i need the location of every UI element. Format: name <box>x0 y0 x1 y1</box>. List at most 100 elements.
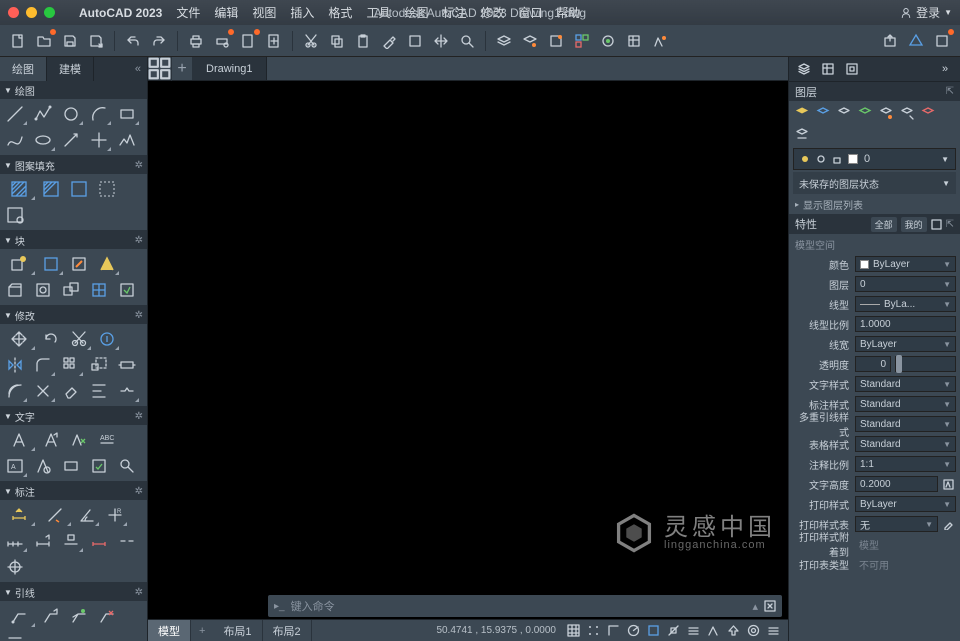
page-setup-button[interactable] <box>262 29 286 53</box>
scale-tool[interactable] <box>86 353 112 377</box>
menu-edit[interactable]: 编辑 <box>214 4 238 21</box>
dim-style-tool[interactable] <box>30 529 56 553</box>
plot-preview-button[interactable] <box>210 29 234 53</box>
mleader-tool[interactable] <box>2 604 36 628</box>
menu-dimension[interactable]: 标注 <box>442 4 466 21</box>
new-button[interactable] <box>6 29 30 53</box>
menu-help[interactable]: 帮助 <box>557 4 581 21</box>
undo-button[interactable] <box>121 29 145 53</box>
prop-val-mlstyle[interactable]: Standard▼ <box>855 416 956 432</box>
prop-val-layer[interactable]: 0▼ <box>855 276 956 292</box>
close-window-button[interactable] <box>8 7 19 18</box>
zoom-button[interactable] <box>455 29 479 53</box>
layer-off-tool[interactable] <box>814 104 832 122</box>
dim-linear-tool[interactable] <box>2 503 36 527</box>
region-tool[interactable] <box>94 177 120 201</box>
props-popout-icon[interactable]: ⇱ <box>946 219 954 230</box>
xline-tool[interactable] <box>86 128 112 152</box>
spline-tool[interactable] <box>2 128 28 152</box>
ortho-toggle[interactable] <box>604 622 622 640</box>
dim-break-tool[interactable] <box>114 529 140 553</box>
menu-draw[interactable]: 绘图 <box>404 4 428 21</box>
line-tool[interactable] <box>2 102 28 126</box>
group-header-modify[interactable]: ▼修改✲ <box>0 306 147 324</box>
prop-val-lweight[interactable]: ByLayer▼ <box>855 336 956 352</box>
mleader-collect-tool[interactable] <box>30 630 56 641</box>
saveas-button[interactable] <box>84 29 108 53</box>
erase-tool[interactable] <box>58 379 84 403</box>
layers-panel-tab[interactable] <box>793 59 815 79</box>
otrack-toggle[interactable] <box>664 622 682 640</box>
fillet-tool[interactable] <box>30 353 56 377</box>
align-tool[interactable] <box>86 379 112 403</box>
layer-props-button[interactable] <box>492 29 516 53</box>
text-opt-tool[interactable]: A <box>2 454 28 478</box>
text-height-picker-icon[interactable] <box>940 476 956 492</box>
prop-val-tblstyle[interactable]: Standard▼ <box>855 436 956 452</box>
lweight-toggle[interactable] <box>684 622 702 640</box>
menu-file[interactable]: 文件 <box>176 4 200 21</box>
grid-toggle[interactable] <box>564 622 582 640</box>
break-tool[interactable] <box>114 379 140 403</box>
text-style-tool[interactable] <box>38 428 64 452</box>
extend-tool[interactable] <box>94 327 120 351</box>
dim-center-tool[interactable] <box>2 555 28 579</box>
share-button[interactable] <box>878 29 902 53</box>
layer-unlock-tool[interactable] <box>898 104 916 122</box>
gradient-tool[interactable] <box>38 177 64 201</box>
prop-val-color[interactable]: ByLayer▼ <box>855 256 956 272</box>
group-header-leader[interactable]: ▼引线✲ <box>0 583 147 601</box>
block-tool-2[interactable] <box>30 278 56 302</box>
mleader-align-tool[interactable] <box>2 630 28 641</box>
group-header-hatch[interactable]: ▼图案填充✲ <box>0 156 147 174</box>
publish-button[interactable] <box>236 29 260 53</box>
mtext-tool[interactable] <box>2 428 36 452</box>
text-field-tool[interactable] <box>58 454 84 478</box>
menu-window[interactable]: 窗口 <box>519 4 543 21</box>
snap-toggle[interactable] <box>584 622 602 640</box>
layer-panel-popout-icon[interactable]: ⇱ <box>946 86 954 97</box>
save-button[interactable] <box>58 29 82 53</box>
menu-tools[interactable]: 工具 <box>366 4 390 21</box>
rotate-tool[interactable] <box>38 327 64 351</box>
stretch-tool[interactable] <box>114 353 140 377</box>
login-button[interactable]: 登录 ▼ <box>900 4 952 21</box>
markup-button[interactable] <box>648 29 672 53</box>
dim-radius-tool[interactable]: R <box>102 503 128 527</box>
show-layer-list[interactable]: ▸显示图层列表 <box>789 194 960 214</box>
tool-palette-button[interactable] <box>596 29 620 53</box>
polar-toggle[interactable] <box>624 622 642 640</box>
layout2-tab[interactable]: 布局2 <box>263 620 312 641</box>
prop-val-pstyle[interactable]: ByLayer▼ <box>855 496 956 512</box>
dim-continue-tool[interactable] <box>2 529 28 553</box>
hatch-tool[interactable] <box>2 177 36 201</box>
anno-toggle[interactable] <box>724 622 742 640</box>
palette-tab-model[interactable]: 建模 <box>47 57 94 81</box>
prop-val-dstyle[interactable]: Standard▼ <box>855 396 956 412</box>
block-tool-3[interactable] <box>58 278 84 302</box>
group-header-dim[interactable]: ▼标注✲ <box>0 482 147 500</box>
props-filter-mine[interactable]: 我的 <box>901 217 927 232</box>
layer-on-tool[interactable] <box>793 104 811 122</box>
prop-val-transp[interactable]: 0 <box>855 356 891 372</box>
wipeout-tool[interactable] <box>2 203 28 227</box>
menu-modify[interactable]: 修改 <box>480 4 504 21</box>
match-props-button[interactable] <box>377 29 401 53</box>
osnap-toggle[interactable] <box>644 622 662 640</box>
layer-lock-tool[interactable] <box>877 104 895 122</box>
block-tool-1[interactable] <box>2 278 28 302</box>
mirror-tool[interactable] <box>2 353 28 377</box>
dim-aligned-tool[interactable] <box>38 503 72 527</box>
props-quick-icon[interactable] <box>931 219 942 230</box>
panel-collapse-button[interactable]: » <box>934 59 956 79</box>
current-layer-selector[interactable]: 0 ▼ <box>793 148 956 170</box>
prop-val-ptable[interactable]: 无▼ <box>855 516 938 532</box>
design-center-button[interactable] <box>570 29 594 53</box>
text-edit-tool[interactable] <box>66 428 92 452</box>
text-spell-tool[interactable] <box>86 454 112 478</box>
model-tab[interactable]: 模型 <box>148 620 191 641</box>
text-find-tool[interactable]: ABC <box>94 428 120 452</box>
cmd-expand-icon[interactable] <box>764 600 776 612</box>
group-header-draw[interactable]: ▼绘图 <box>0 81 147 99</box>
arc-tool[interactable] <box>86 102 112 126</box>
